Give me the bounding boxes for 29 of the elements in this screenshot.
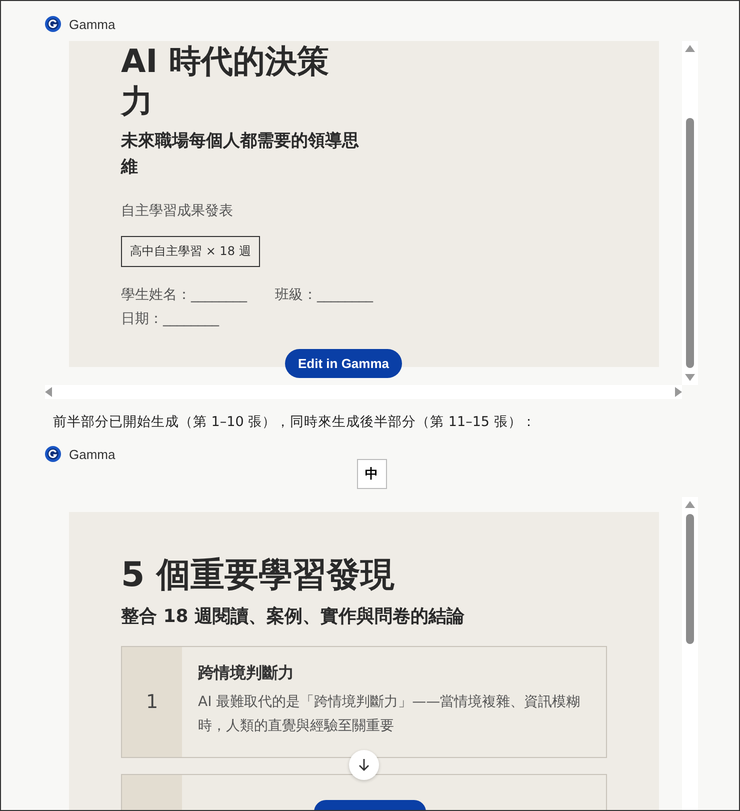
slide-subtitle: 整合 18 週閱讀、案例、實作與問卷的結論 (121, 605, 466, 628)
slide-tagline: 自主學習成果發表 (121, 202, 234, 220)
vertical-scrollbar[interactable] (682, 497, 698, 810)
brand-name: Gamma (69, 446, 116, 462)
scrollbar-thumb[interactable] (686, 514, 694, 644)
finding-heading: 跨情境判斷力 (198, 663, 295, 684)
slide-title: 5 個重要學習發現 (121, 554, 396, 597)
chat-message: 前半部分已開始生成（第 1–10 張），同時來生成後半部分（第 11–15 張）： (52, 413, 537, 431)
finding-text: AI 最難取代的是「跨情境判斷力」——當情境複雜、資訊模糊時，人類的直覺與經驗至關重要 (198, 693, 582, 736)
horizontal-scrollbar[interactable] (45, 385, 682, 399)
gamma-logo-icon (45, 16, 61, 32)
scroll-down-icon[interactable] (685, 374, 695, 381)
scroll-left-icon[interactable] (45, 387, 52, 397)
slide-subtitle: 未來職場每個人都需要的領導思維 (121, 130, 360, 178)
gamma-logo-icon (45, 446, 61, 462)
vertical-scrollbar[interactable] (682, 41, 698, 385)
edit-button[interactable]: Edit in Gamma (284, 349, 402, 378)
brand-name: Gamma (69, 16, 116, 32)
student-info-line: 學生姓名：________ 班級：________ 日期：________ (121, 286, 374, 329)
finding-number: 1 (122, 647, 182, 757)
scroll-up-icon[interactable] (685, 45, 695, 52)
tag-label: 高中自主學習 × 18 週 (121, 236, 260, 267)
language-toggle[interactable]: 中 (356, 459, 386, 489)
scrollbar-thumb[interactable] (686, 118, 694, 368)
scroll-up-icon[interactable] (685, 501, 695, 508)
slide-title: AI 時代的決策力 (121, 41, 330, 121)
scroll-right-icon[interactable] (675, 387, 682, 397)
down-arrow-icon (357, 758, 371, 772)
scroll-down-button[interactable] (349, 750, 379, 780)
